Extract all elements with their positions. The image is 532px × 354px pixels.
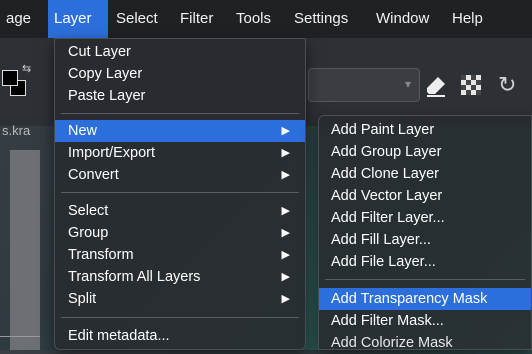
swap-colors-icon[interactable]: ⇆ (22, 62, 31, 75)
menu-item-select[interactable]: Select ▶ (55, 200, 305, 222)
new-layer-submenu: Add Paint Layer Add Group Layer Add Clon… (318, 115, 532, 351)
canvas-area (10, 150, 40, 350)
menu-item-convert[interactable]: Convert ▶ (55, 164, 305, 186)
menu-window[interactable]: Window (370, 0, 435, 38)
eraser-icon[interactable] (424, 74, 448, 98)
submenu-arrow-icon: ▶ (281, 271, 290, 283)
menu-layer[interactable]: Layer (48, 0, 108, 38)
brush-preset-combo[interactable]: ▾ (308, 68, 420, 102)
submenu-arrow-icon: ▶ (281, 125, 290, 137)
menu-item-edit-metadata[interactable]: Edit metadata... (55, 325, 305, 347)
menu-item-new[interactable]: New ▶ (55, 120, 305, 142)
layer-menu: Cut Layer Copy Layer Paste Layer New ▶ I… (54, 38, 306, 350)
menu-tools[interactable]: Tools (230, 0, 277, 38)
divider (0, 336, 40, 337)
menu-item-add-paint-layer[interactable]: Add Paint Layer (319, 119, 531, 141)
foreground-color-swatch[interactable] (2, 70, 18, 86)
menu-help[interactable]: Help (446, 0, 489, 38)
menu-select[interactable]: Select (110, 0, 164, 38)
submenu-arrow-icon: ▶ (281, 293, 290, 305)
menu-item-paste-layer[interactable]: Paste Layer (55, 85, 305, 107)
menu-item-label: Convert (68, 167, 119, 183)
menu-item-label: Group (68, 225, 109, 241)
submenu-arrow-icon: ▶ (281, 169, 290, 181)
menu-item-label: Transform (68, 247, 134, 263)
menu-item-add-transparency-mask[interactable]: Add Transparency Mask (319, 288, 531, 310)
menu-item-group[interactable]: Group ▶ (55, 222, 305, 244)
menu-item-add-colorize-mask[interactable]: Add Colorize Mask (319, 332, 531, 354)
menu-image[interactable]: age (0, 0, 37, 38)
menu-item-transform[interactable]: Transform ▶ (55, 244, 305, 266)
menu-item-add-file-layer[interactable]: Add File Layer... (319, 251, 531, 273)
menu-item-add-clone-layer[interactable]: Add Clone Layer (319, 163, 531, 185)
menu-separator (61, 192, 299, 193)
menu-item-label: Import/Export (68, 145, 156, 161)
submenu-arrow-icon: ▶ (281, 227, 290, 239)
menu-item-add-fill-layer[interactable]: Add Fill Layer... (319, 229, 531, 251)
menu-settings[interactable]: Settings (288, 0, 354, 38)
menu-item-add-vector-layer[interactable]: Add Vector Layer (319, 185, 531, 207)
menu-item-cut-layer[interactable]: Cut Layer (55, 41, 305, 63)
menu-item-add-filter-mask[interactable]: Add Filter Mask... (319, 310, 531, 332)
menu-separator (325, 279, 525, 280)
menu-item-label: Split (68, 291, 97, 307)
menu-item-add-group-layer[interactable]: Add Group Layer (319, 141, 531, 163)
menu-item-split[interactable]: Split ▶ (55, 288, 305, 310)
menu-item-label: New (68, 123, 98, 139)
submenu-arrow-icon: ▶ (281, 205, 290, 217)
chevron-down-icon: ▾ (404, 77, 411, 91)
menu-separator (61, 113, 299, 114)
document-tab[interactable]: s.kra (0, 120, 42, 142)
alpha-lock-icon[interactable] (461, 75, 481, 95)
menu-filter[interactable]: Filter (174, 0, 219, 38)
menu-separator (61, 317, 299, 318)
reload-preset-icon[interactable]: ↻ (498, 72, 516, 98)
menu-bar: age Layer Select Filter Tools Settings W… (0, 0, 532, 38)
menu-item-label: Select (68, 203, 109, 219)
submenu-arrow-icon: ▶ (281, 147, 290, 159)
menu-item-label: Transform All Layers (68, 269, 201, 285)
menu-item-add-filter-layer[interactable]: Add Filter Layer... (319, 207, 531, 229)
menu-item-import-export[interactable]: Import/Export ▶ (55, 142, 305, 164)
menu-item-copy-layer[interactable]: Copy Layer (55, 63, 305, 85)
submenu-arrow-icon: ▶ (281, 249, 290, 261)
color-swatches[interactable]: ⇆ (2, 63, 38, 104)
menu-item-transform-all-layers[interactable]: Transform All Layers ▶ (55, 266, 305, 288)
